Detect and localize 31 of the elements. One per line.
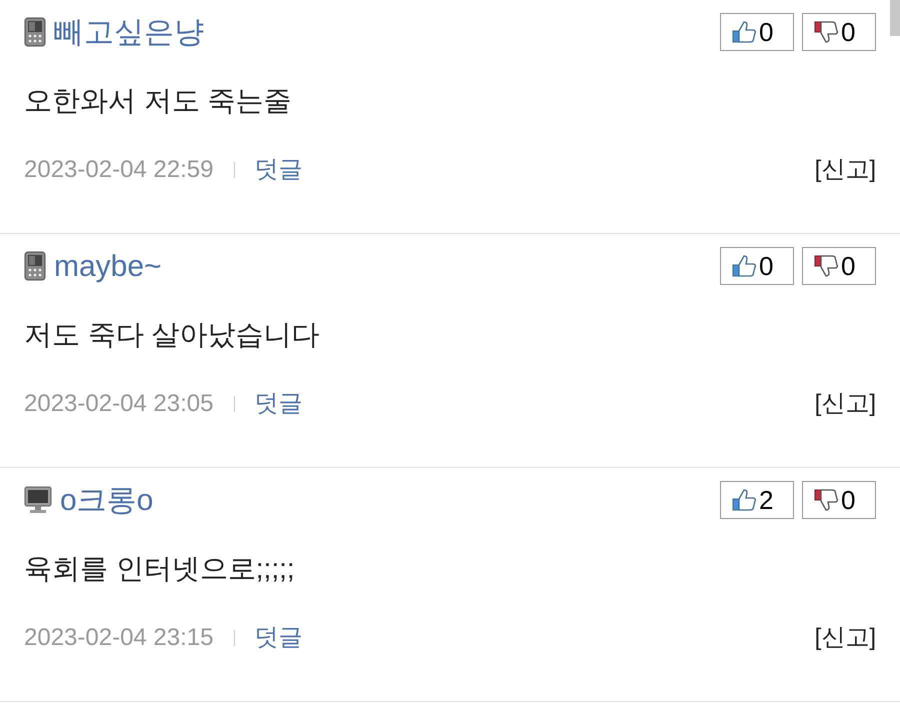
thumbs-down-icon (813, 488, 839, 512)
like-button[interactable]: 0 (720, 13, 794, 51)
reply-link[interactable]: 덧글 (254, 620, 302, 656)
comment-text: 오한와서 저도 죽는줄 (24, 84, 293, 118)
reply-link[interactable]: 덧글 (254, 152, 302, 188)
thumbs-up-icon (731, 20, 757, 44)
scrollbar-thumb[interactable] (890, 0, 900, 36)
author-name[interactable]: maybe~ (54, 244, 162, 288)
comment-date: 2023-02-04 22:59 (24, 155, 214, 185)
phone-icon (24, 251, 46, 281)
report-link[interactable]: [신고] (814, 386, 876, 422)
thumbs-up-icon (731, 254, 757, 278)
comment-date: 2023-02-04 23:05 (24, 389, 214, 419)
author-name[interactable]: 빼고싶은냥 (54, 10, 204, 54)
report-link[interactable]: [신고] (814, 620, 876, 656)
thumbs-up-icon (731, 488, 757, 512)
dislike-button[interactable]: 0 (802, 13, 876, 51)
thumbs-down-icon (813, 20, 839, 44)
like-button[interactable]: 2 (720, 481, 794, 519)
report-link[interactable]: [신고] (814, 152, 876, 188)
comment-text: 육회를 인터넷으로;;;;; (24, 552, 296, 586)
like-button[interactable]: 0 (720, 247, 794, 285)
phone-icon (24, 17, 46, 47)
thumbs-down-icon (813, 254, 839, 278)
monitor-icon (24, 486, 52, 514)
dislike-button[interactable]: 0 (802, 481, 876, 519)
comment-text: 저도 죽다 살아났습니다 (24, 318, 321, 352)
comment-date: 2023-02-04 23:15 (24, 623, 214, 653)
author-name[interactable]: o크롱o (60, 478, 154, 522)
reply-link[interactable]: 덧글 (254, 386, 302, 422)
dislike-button[interactable]: 0 (802, 247, 876, 285)
